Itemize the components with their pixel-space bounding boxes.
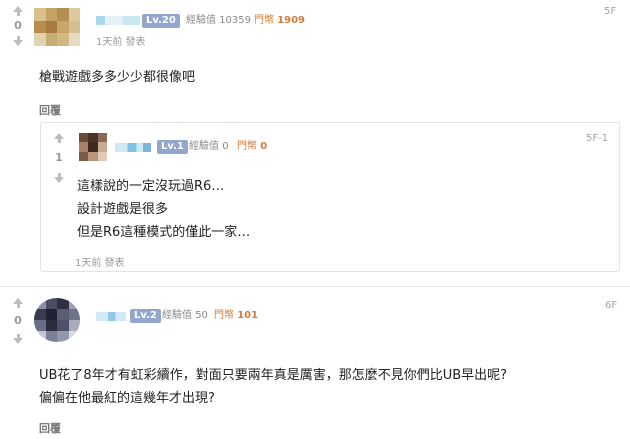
exp-info: 經驗值 0: [189, 140, 229, 154]
floor-number[interactable]: 5F: [604, 6, 616, 17]
exp-info: 經驗值 50: [162, 309, 208, 323]
downvote-icon[interactable]: [11, 334, 25, 344]
vote-count: 1: [55, 151, 63, 164]
post-content-line-1: UB花了8年才有虹彩續作，對面只要兩年真是厲害，那怎麼不見你們比UB早出呢?: [39, 368, 508, 383]
coin-label: 門幣: [254, 15, 274, 26]
reply-line-2: 設計遊戲是很多: [77, 202, 169, 217]
coin-value: 0: [260, 141, 268, 152]
exp-label: 經驗值: [186, 15, 216, 26]
floor-number[interactable]: 6F: [605, 300, 617, 311]
post-divider: [0, 286, 630, 287]
upvote-icon[interactable]: [52, 133, 66, 143]
avatar[interactable]: [34, 298, 80, 342]
downvote-icon[interactable]: [11, 36, 25, 46]
post-content: 槍戰遊戲多多少少都很像吧: [39, 70, 196, 85]
post1-vote: 0: [8, 6, 28, 46]
sub-reply-box: 1 Lv.1 經驗值 0 門幣 0 5F-1 這樣說的一定沒玩過R6… 設計遊戲…: [40, 122, 620, 272]
coin-info: 門幣 1909: [254, 14, 305, 28]
exp-info: 經驗值 10359: [186, 14, 251, 28]
post-time[interactable]: 1天前 發表: [96, 33, 146, 48]
reply-button[interactable]: 回覆: [39, 420, 61, 436]
floor-number[interactable]: 5F-1: [586, 133, 608, 144]
post-content-line-2: 偏偏在他最紅的這幾年才出現?: [39, 391, 215, 406]
coin-info: 門幣 101: [214, 309, 258, 323]
reply-button[interactable]: 回覆: [39, 102, 61, 118]
exp-value: 10359: [219, 15, 251, 26]
coin-label: 門幣: [237, 141, 257, 152]
post2-vote: 0: [8, 298, 28, 344]
reply-time[interactable]: 1天前 發表: [75, 254, 125, 269]
downvote-icon[interactable]: [52, 173, 66, 183]
reply-line-1: 這樣說的一定沒玩過R6…: [77, 179, 225, 194]
upvote-icon[interactable]: [11, 298, 25, 308]
subreply-vote: 1: [49, 133, 69, 183]
level-badge: Lv.1: [157, 140, 188, 154]
username[interactable]: [96, 312, 126, 321]
vote-count: 0: [14, 19, 22, 32]
exp-value: 0: [222, 141, 229, 152]
reply-line-3: 但是R6這種模式的僅此一家…: [77, 225, 251, 240]
coin-value: 101: [237, 310, 259, 321]
exp-label: 經驗值: [162, 310, 192, 321]
avatar[interactable]: [34, 8, 80, 46]
vote-count: 0: [14, 314, 22, 327]
upvote-icon[interactable]: [11, 6, 25, 16]
avatar[interactable]: [79, 133, 107, 161]
exp-label: 經驗值: [189, 141, 219, 152]
username[interactable]: [96, 16, 140, 25]
coin-value: 1909: [277, 15, 306, 26]
coin-info: 門幣 0: [237, 140, 267, 154]
username[interactable]: [115, 143, 151, 152]
coin-label: 門幣: [214, 310, 234, 321]
level-badge: Lv.20: [142, 14, 180, 28]
level-badge: Lv.2: [130, 309, 161, 323]
exp-value: 50: [195, 310, 208, 321]
